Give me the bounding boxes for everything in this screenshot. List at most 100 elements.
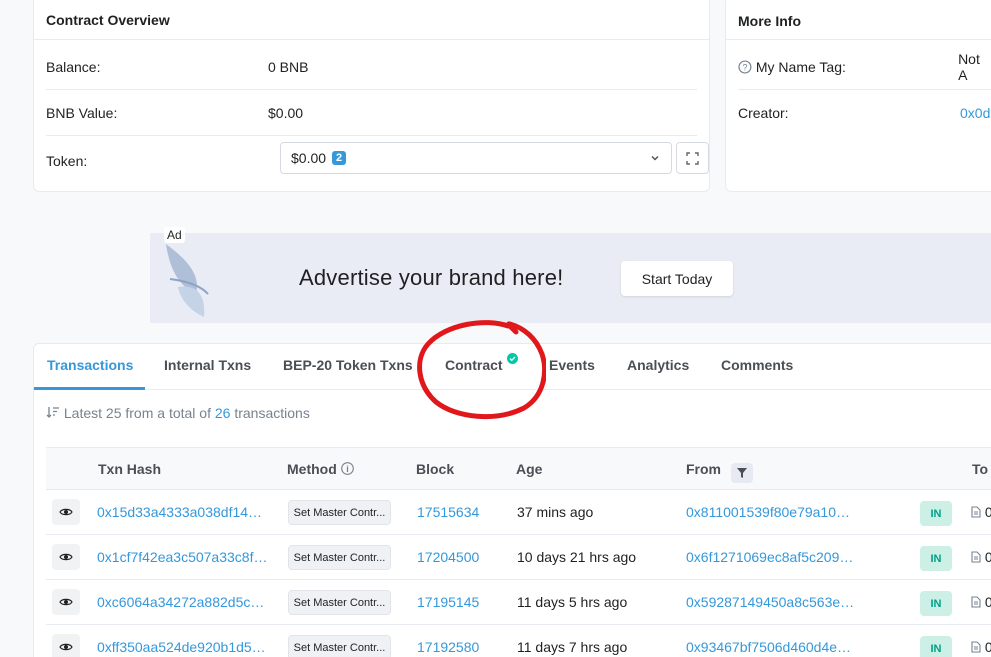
txn-hash-link[interactable]: 0xff350aa524de920b1d5… xyxy=(97,639,266,655)
active-tab-indicator xyxy=(34,387,145,390)
table-header: Txn Hash Method i Block Age From To xyxy=(46,447,991,490)
summary-prefix: Latest 25 from a total of xyxy=(63,405,211,421)
age-value: 10 days 21 hrs ago xyxy=(517,549,637,565)
age-value: 11 days 7 hrs ago xyxy=(517,639,628,655)
txn-hash-link[interactable]: 0x1cf7f42ea3c507a33c8f… xyxy=(97,549,267,565)
eye-icon[interactable] xyxy=(52,589,80,615)
table-row: 0x1cf7f42ea3c507a33c8f… Set Master Contr.… xyxy=(46,535,991,580)
balance-label: Balance: xyxy=(46,58,101,75)
chevron-down-icon xyxy=(651,155,659,161)
header-from-label: From xyxy=(686,461,721,477)
eye-icon[interactable] xyxy=(52,634,80,657)
summary-suffix: transactions xyxy=(234,405,310,421)
tab-events[interactable]: Events xyxy=(549,357,595,373)
header-from: From xyxy=(686,461,753,483)
from-address-link[interactable]: 0x6f1271069ec8af5c209… xyxy=(686,549,853,565)
age-value: 37 mins ago xyxy=(517,504,594,520)
bnb-value-label: BNB Value: xyxy=(46,104,118,121)
filter-icon xyxy=(736,468,747,478)
svg-text:i: i xyxy=(346,464,349,474)
contract-file-icon xyxy=(971,596,981,608)
direction-badge: IN xyxy=(920,501,952,526)
block-link[interactable]: 17204500 xyxy=(417,549,479,565)
name-tag-value: Not A xyxy=(958,50,980,83)
expand-button[interactable] xyxy=(676,142,709,174)
eye-icon[interactable] xyxy=(52,499,80,525)
tab-bep20-token-txns[interactable]: BEP-20 Token Txns xyxy=(283,357,413,373)
from-address-link[interactable]: 0x93467bf7506d460d4e… xyxy=(686,639,851,655)
token-row: Token: $0.00 2 xyxy=(46,136,709,186)
method-badge: Set Master Contr... xyxy=(288,590,391,615)
to-address[interactable]: 0 xyxy=(971,594,991,610)
question-icon: ? xyxy=(738,59,752,74)
token-value: $0.00 xyxy=(291,150,327,166)
start-today-button[interactable]: Start Today xyxy=(621,261,733,296)
tab-bar: Transactions Internal Txns BEP-20 Token … xyxy=(34,344,991,390)
filter-button[interactable] xyxy=(730,463,753,483)
header-age[interactable]: Age xyxy=(516,461,542,477)
contract-file-icon xyxy=(971,641,981,653)
block-link[interactable]: 17192580 xyxy=(417,639,479,655)
direction-badge: IN xyxy=(920,591,952,616)
tab-comments[interactable]: Comments xyxy=(721,357,793,373)
more-info-title: More Info xyxy=(726,0,991,40)
creator-address-link[interactable]: 0x0d xyxy=(960,105,990,121)
contract-file-icon xyxy=(971,506,981,518)
token-label: Token: xyxy=(46,153,88,169)
txn-hash-link[interactable]: 0xc6064a34272a882d5c… xyxy=(97,594,264,610)
ad-text: Advertise your brand here! xyxy=(299,265,564,290)
from-address-link[interactable]: 0x59287149450a8c563e… xyxy=(686,594,854,610)
header-txn-hash: Txn Hash xyxy=(98,461,162,477)
ad-banner[interactable]: Ad Advertise your brand here! Start Toda… xyxy=(150,227,991,323)
tab-analytics[interactable]: Analytics xyxy=(627,357,689,373)
tab-internal-txns[interactable]: Internal Txns xyxy=(164,357,251,373)
more-info-card: More Info ? My Name Tag: Not A Creator: … xyxy=(725,0,991,192)
contract-file-icon xyxy=(971,551,981,563)
block-link[interactable]: 17515634 xyxy=(417,504,479,520)
to-address-text: 0 xyxy=(984,639,991,655)
transactions-summary: Latest 25 from a total of 26 transaction… xyxy=(46,405,310,421)
token-count-badge: 2 xyxy=(332,151,347,165)
name-tag-label: My Name Tag: xyxy=(755,58,846,75)
block-link[interactable]: 17195145 xyxy=(417,594,479,610)
name-tag-row: ? My Name Tag: Not A xyxy=(738,44,991,90)
tab-contract[interactable]: Contract xyxy=(445,353,519,373)
verified-check-icon xyxy=(507,353,519,364)
feather-logo-icon xyxy=(166,244,209,317)
to-address[interactable]: 0 xyxy=(971,639,991,655)
eye-icon[interactable] xyxy=(52,544,80,570)
age-value: 11 days 5 hrs ago xyxy=(517,594,628,610)
bnb-value: $0.00 xyxy=(268,104,304,121)
balance-row: Balance: 0 BNB xyxy=(46,44,697,90)
to-address[interactable]: 0 xyxy=(971,504,991,520)
creator-row: Creator: 0x0d xyxy=(738,90,991,136)
balance-value: 0 BNB xyxy=(268,58,309,75)
contract-overview-title: Contract Overview xyxy=(34,0,709,40)
contract-overview-card: Contract Overview Balance: 0 BNB BNB Val… xyxy=(33,0,710,192)
txn-hash-link[interactable]: 0x15d33a4333a038df14… xyxy=(97,504,262,520)
sort-icon xyxy=(46,407,59,418)
creator-label: Creator: xyxy=(738,105,789,121)
method-badge: Set Master Contr... xyxy=(288,500,391,525)
direction-badge: IN xyxy=(920,546,952,571)
to-address-text: 0 xyxy=(984,549,991,565)
method-badge: Set Master Contr... xyxy=(288,635,391,657)
table-row: 0xff350aa524de920b1d5… Set Master Contr..… xyxy=(46,625,991,657)
token-dropdown[interactable]: $0.00 2 xyxy=(280,142,672,174)
transactions-card: Transactions Internal Txns BEP-20 Token … xyxy=(33,343,991,657)
svg-text:?: ? xyxy=(742,62,747,72)
info-icon[interactable]: i xyxy=(340,462,354,475)
table-row: 0xc6064a34272a882d5c… Set Master Contr...… xyxy=(46,580,991,625)
table-row: 0x15d33a4333a038df14… Set Master Contr...… xyxy=(46,490,991,535)
bnb-value-row: BNB Value: $0.00 xyxy=(46,90,697,136)
tab-transactions[interactable]: Transactions xyxy=(47,357,133,373)
header-method-label: Method xyxy=(287,461,337,477)
summary-count-link[interactable]: 26 xyxy=(215,405,231,421)
from-address-link[interactable]: 0x811001539f80e79a10… xyxy=(686,504,850,520)
tab-contract-label: Contract xyxy=(445,357,503,373)
method-badge: Set Master Contr... xyxy=(288,545,391,570)
to-address[interactable]: 0 xyxy=(971,549,991,565)
header-to: To xyxy=(972,461,989,477)
direction-badge: IN xyxy=(920,636,952,657)
expand-icon xyxy=(686,151,699,165)
